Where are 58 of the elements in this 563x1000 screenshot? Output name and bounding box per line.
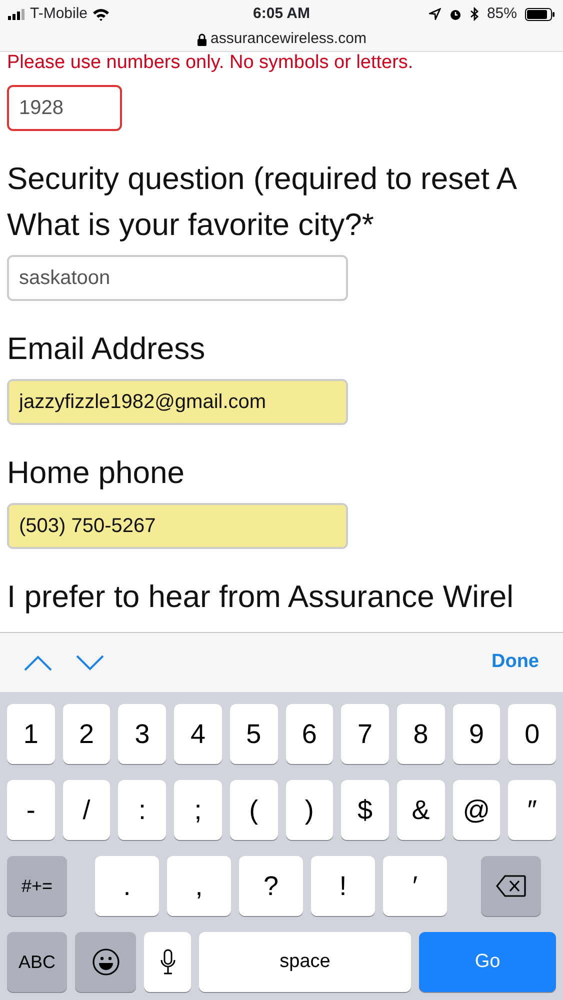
symbols-key[interactable]: #+= [7,856,67,916]
keyboard-key[interactable]: 5 [230,704,278,764]
field-label: Email Address [7,331,206,367]
keyboard-key[interactable]: 4 [174,704,222,764]
keyboard-key[interactable]: 2 [62,704,110,764]
abc-key[interactable]: ABC [7,932,67,992]
keyboard-key[interactable]: @ [452,780,500,840]
bluetooth-icon [470,7,479,21]
microphone-icon [160,949,176,975]
smiley-face-icon [92,948,120,976]
clock-time: 6:05 AM [253,4,310,24]
keyboard-key[interactable]: ″ [508,780,556,840]
go-button[interactable]: Go [419,932,556,992]
input-field[interactable]: 1928 [7,85,122,131]
error-message: Please use numbers only. No symbols or letters. [7,53,414,73]
field-label: What is your favorite city?* [7,207,375,243]
keyboard-key[interactable]: ; [174,780,222,840]
keyboard-key[interactable]: 7 [341,704,389,764]
space-bar[interactable]: space [199,932,411,992]
keyboard-key[interactable]: ) [286,780,334,840]
keyboard-key[interactable]: 9 [452,704,500,764]
alarm-clock-icon [448,8,462,20]
lock-icon [196,32,207,46]
battery-icon [525,8,555,20]
done-button[interactable]: Done [492,648,539,677]
keyboard-key[interactable]: ( [230,780,278,840]
field-label: Home phone [7,455,186,491]
keyboard-key[interactable]: , [167,856,231,916]
signal-icon [8,8,26,20]
keyboard-key[interactable]: & [396,780,445,840]
wifi-icon [92,8,110,20]
battery-percentage: 85% [486,4,517,24]
keyboard-key[interactable]: ? [239,856,303,916]
field-label: I prefer to hear from Assurance Wirel [7,579,515,615]
microphone-key[interactable] [144,932,191,992]
carrier-name: T-Mobile [30,4,88,24]
keyboard-key[interactable]: 0 [508,704,556,764]
keyboard-key[interactable]: : [118,780,166,840]
chevron-down-icon[interactable] [76,654,104,670]
keyboard-key[interactable]: - [7,780,55,840]
keyboard-key[interactable]: . [95,856,159,916]
keyboard-key[interactable]: 3 [118,704,166,764]
chevron-up-icon[interactable] [24,654,52,670]
keyboard-key[interactable]: ′ [383,856,447,916]
input-field[interactable]: (503) 750-5267 [7,503,348,549]
url-text[interactable]: assurancewireless.com [210,28,366,50]
keyboard-key[interactable]: / [62,780,110,840]
backspace-icon [496,875,526,897]
field-label: Security question (required to reset A [7,161,518,197]
keyboard-key[interactable]: 1 [7,704,55,764]
emoji-key[interactable] [75,932,136,992]
keyboard-key[interactable]: 6 [286,704,334,764]
location-arrow-icon [428,8,441,20]
input-field[interactable]: saskatoon [7,255,348,301]
keyboard-key[interactable]: 8 [396,704,445,764]
backspace-key[interactable] [481,856,541,916]
keyboard-key[interactable]: $ [341,780,389,840]
keyboard-key[interactable]: ! [311,856,375,916]
